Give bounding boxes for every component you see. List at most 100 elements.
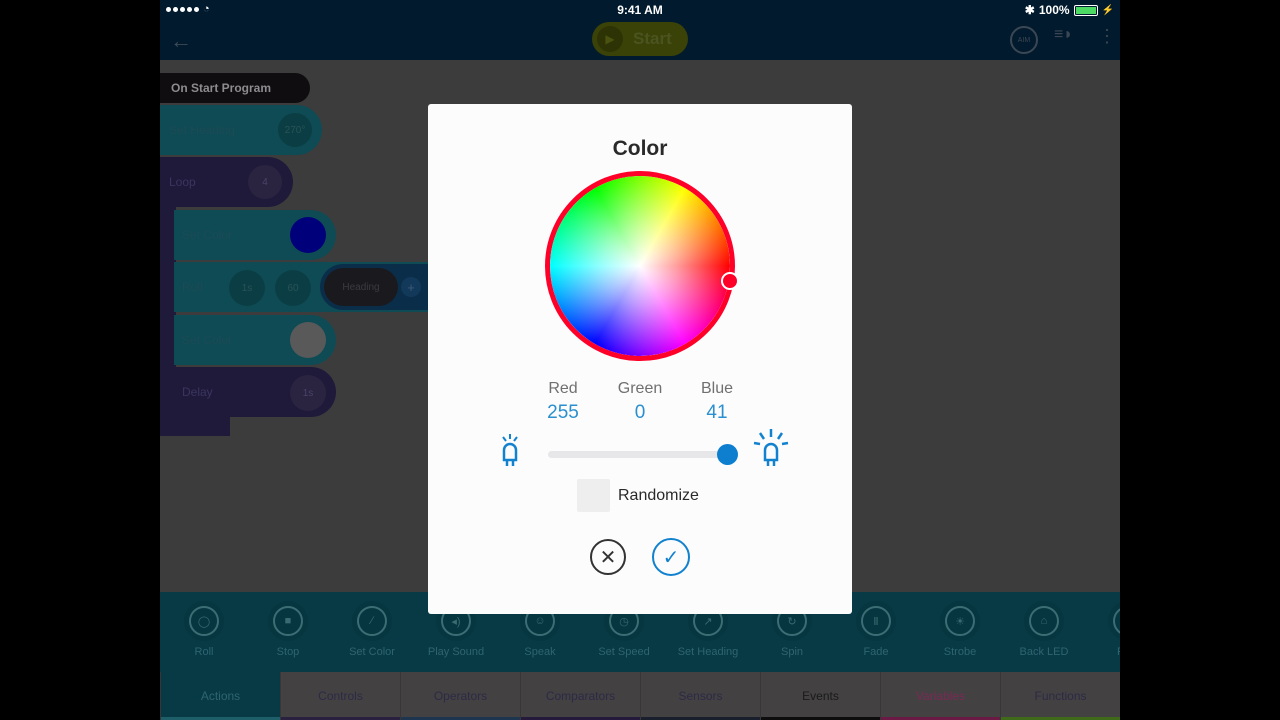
app-screen: ◔ 9:41 AM ✱ 100% ⚡ ← ▶ Start AIM ≡◗ ⋮ On… [160, 0, 1120, 720]
status-bar: ◔ 9:41 AM ✱ 100% ⚡ [160, 0, 1120, 20]
palette-icon-bg: ∕ [352, 601, 392, 641]
battery-percent: 100% [1038, 3, 1070, 17]
block-label: Delay [182, 385, 213, 399]
value-text: 270° [284, 124, 306, 136]
drive-icon: ≡◗ [1054, 26, 1073, 43]
tab-functions[interactable]: Functions [1000, 672, 1120, 720]
check-icon: ✓ [662, 546, 680, 569]
dialog-title: Color [612, 137, 668, 160]
tab-variables[interactable]: Variables [880, 672, 1000, 720]
dropper-icon: ∕ [357, 606, 387, 636]
palette-icon-bg: ⌂ [1024, 601, 1064, 641]
fade-icon: Ⅱ [861, 606, 891, 636]
tab-label: Variables [915, 689, 966, 703]
color-wheel-handle[interactable] [721, 272, 739, 290]
play-icon: ▶ [597, 26, 623, 52]
color-wheel[interactable] [545, 171, 735, 361]
block-delay[interactable]: Delay 1s [174, 367, 336, 417]
heading-value[interactable]: 270° [278, 113, 312, 147]
red-channel: Red 255 [523, 380, 603, 424]
blue-value[interactable]: 41 [677, 402, 757, 424]
nav-bar: ← ▶ Start AIM ≡◗ ⋮ [160, 20, 1120, 60]
palette-item-label: Raw [1086, 646, 1120, 658]
block-roll[interactable]: Roll 1s 60 Heading + [174, 262, 430, 312]
led-bright-icon [752, 428, 790, 473]
strobe-icon: ☀ [945, 606, 975, 636]
aim-button[interactable]: AIM [1010, 26, 1038, 54]
palette-item-back-led[interactable]: ⌂ Back LED [1002, 592, 1086, 658]
palette-item-label: Roll [194, 646, 214, 658]
brightness-slider-thumb[interactable] [716, 444, 738, 465]
roll-duration[interactable]: 1s [229, 270, 265, 306]
cancel-button[interactable]: ✕ [590, 539, 626, 575]
palette-item-label: Speak [524, 646, 556, 658]
block-on-start[interactable]: On Start Program [160, 73, 310, 103]
color-swatch[interactable] [290, 322, 326, 358]
palette-item-label: Set Speed [598, 646, 650, 658]
tab-actions[interactable]: Actions [160, 672, 280, 720]
drive-button[interactable]: ≡◗ [1054, 26, 1073, 44]
red-label: Red [548, 380, 578, 397]
block-loop[interactable]: Loop 4 [160, 157, 293, 207]
randomize-checkbox[interactable] [577, 479, 610, 512]
palette-item-stop[interactable]: ■ Stop [246, 592, 330, 658]
stop-icon: ■ [273, 606, 303, 636]
palette-item-roll[interactable]: ◯ Roll [162, 592, 246, 658]
clock: 9:41 AM [617, 3, 663, 17]
palette-icon-bg: ◯ [184, 601, 224, 641]
value-text: Heading [342, 281, 380, 293]
confirm-button[interactable]: ✓ [652, 538, 690, 576]
back-button[interactable]: ← [170, 28, 192, 54]
plus-icon: + [407, 279, 415, 295]
value-text: 1s [302, 387, 314, 399]
palette-item-label: Set Color [349, 646, 395, 658]
value-text: 1s [241, 282, 253, 294]
roll-heading[interactable]: Heading [324, 268, 398, 306]
palette-item-label: Play Sound [427, 646, 485, 658]
color-dialog: Color Red 255 Green 0 Blue 41 Randomize … [428, 104, 852, 614]
tab-comparators[interactable]: Comparators [520, 672, 640, 720]
roll-speed[interactable]: 60 [275, 270, 311, 306]
start-button[interactable]: ▶ Start [592, 22, 688, 56]
palette-item-label: Set Heading [677, 646, 739, 658]
tab-events[interactable]: Events [760, 672, 880, 720]
blue-label: Blue [700, 380, 734, 397]
loop-count[interactable]: 4 [248, 165, 282, 199]
tab-sensors[interactable]: Sensors [640, 672, 760, 720]
palette-item-set-color[interactable]: ∕ Set Color [330, 592, 414, 658]
battery-icon [1073, 4, 1098, 16]
roll-icon: ◯ [189, 606, 219, 636]
block-set-color-1[interactable]: Set Color [174, 210, 336, 260]
palette-icon-bg: ◯ [1108, 601, 1120, 641]
delay-value[interactable]: 1s [290, 375, 326, 411]
randomize-label: Randomize [618, 486, 699, 504]
block-label: Loop [169, 175, 196, 189]
aim-icon: AIM [1017, 36, 1031, 44]
color-swatch[interactable] [290, 217, 326, 253]
charging-icon: ⚡ [1101, 4, 1114, 16]
add-parameter-button[interactable]: + [401, 277, 421, 297]
palette-item-label: Fade [863, 646, 889, 658]
tab-controls[interactable]: Controls [280, 672, 400, 720]
tab-operators[interactable]: Operators [400, 672, 520, 720]
red-value[interactable]: 255 [523, 402, 603, 424]
tab-label: Functions [1034, 689, 1087, 703]
palette-item-label: Strobe [943, 646, 977, 658]
block-label: Roll [182, 280, 203, 294]
green-value[interactable]: 0 [600, 402, 680, 424]
palette-icon-bg: ■ [268, 601, 308, 641]
start-label: Start [633, 29, 672, 48]
value-text: 60 [287, 282, 299, 294]
block-label: Set Heading [169, 123, 236, 137]
palette-item-label: Stop [276, 646, 300, 658]
randomize-option[interactable]: Randomize [577, 479, 699, 512]
more-vertical-icon: ⋮ [1098, 26, 1116, 46]
block-set-color-2[interactable]: Set Color [174, 315, 336, 365]
loop-bracket-foot [160, 416, 230, 436]
brightness-slider[interactable] [548, 444, 738, 465]
block-set-heading[interactable]: Set Heading 270° [160, 105, 322, 155]
palette-item-strobe[interactable]: ☀ Strobe [918, 592, 1002, 658]
more-button[interactable]: ⋮ [1098, 26, 1116, 47]
block-label: On Start Program [171, 81, 272, 95]
palette-item-raw[interactable]: ◯ Raw [1086, 592, 1120, 658]
